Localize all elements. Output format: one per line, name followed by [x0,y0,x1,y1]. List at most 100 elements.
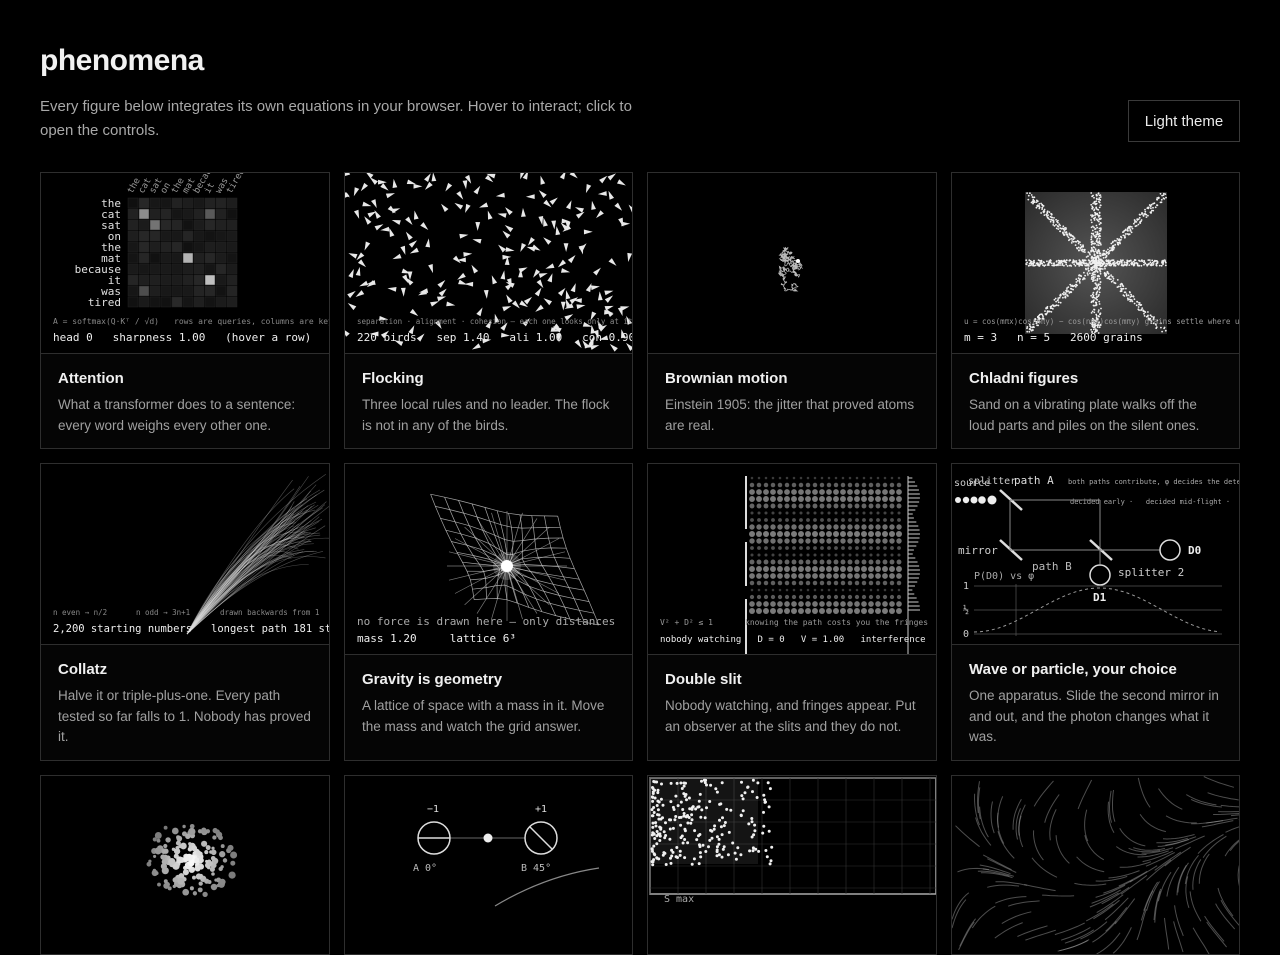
attention-cell[interactable] [204,274,216,286]
attention-cell[interactable] [182,252,194,264]
attention-cell[interactable] [226,252,238,264]
attention-cell[interactable] [193,252,205,264]
attention-cell[interactable] [171,197,183,209]
attention-cell[interactable] [193,219,205,231]
attention-cell[interactable] [160,285,172,297]
light-theme-button[interactable]: Light theme [1128,100,1240,142]
attention-cell[interactable] [226,263,238,275]
card-chladni-figures[interactable]: u = cos(mπx)cos(nπy) − cos(nπx)cos(mπy) … [951,172,1240,449]
attention-cell[interactable] [160,219,172,231]
attention-cell[interactable] [204,197,216,209]
chladni-figure[interactable]: u = cos(mπx)cos(nπy) − cos(nπx)cos(mπy) … [952,173,1239,354]
card-wave-or-particle[interactable]: source splitter path A both paths contri… [951,463,1240,761]
card-polarizers[interactable]: −1 +1 A 0° B 45° [344,775,633,955]
card-particle-cloud[interactable] [40,775,330,955]
attention-cell[interactable] [215,263,227,275]
attention-cell[interactable] [226,219,238,231]
attention-cell[interactable] [182,285,194,297]
attention-cell[interactable] [204,241,216,253]
attention-cell[interactable] [171,263,183,275]
particle-cloud-figure[interactable] [41,776,329,954]
attention-cell[interactable] [149,208,161,220]
attention-cell[interactable] [193,208,205,220]
attention-cell[interactable] [149,296,161,308]
attention-cell[interactable] [171,241,183,253]
attention-cell[interactable] [138,274,150,286]
attention-cell[interactable] [193,274,205,286]
attention-cell[interactable] [193,241,205,253]
attention-cell[interactable] [182,197,194,209]
attention-cell[interactable] [226,208,238,220]
card-flocking[interactable]: separation · alignment · cohesion — each… [344,172,633,449]
attention-cell[interactable] [149,241,161,253]
brownian-figure[interactable] [648,173,936,354]
attention-cell[interactable] [149,252,161,264]
attention-figure[interactable]: the cat sat on the mat because it was tired the ca… [41,173,329,354]
card-attention[interactable]: the cat sat on the mat because it was tired the ca… [40,172,330,449]
attention-cell[interactable] [149,263,161,275]
attention-cell[interactable] [182,219,194,231]
attention-cell[interactable] [171,230,183,242]
attention-cell[interactable] [138,241,150,253]
attention-cell[interactable] [149,219,161,231]
attention-cell[interactable] [193,296,205,308]
attention-cell[interactable] [182,208,194,220]
attention-cell[interactable] [127,208,139,220]
attention-cell[interactable] [160,241,172,253]
attention-cell[interactable] [215,241,227,253]
attention-cell[interactable] [138,285,150,297]
attention-cell[interactable] [160,252,172,264]
attention-cell[interactable] [215,252,227,264]
attention-cell[interactable] [204,252,216,264]
flocking-figure[interactable]: separation · alignment · cohesion — each… [345,173,632,354]
attention-cell[interactable] [127,285,139,297]
attention-cell[interactable] [160,263,172,275]
collatz-figure[interactable]: n even → n/2 n odd → 3n+1 drawn backward… [41,464,329,645]
attention-cell[interactable] [127,296,139,308]
scatter-box-figure[interactable]: S max [648,776,936,954]
attention-cell[interactable] [138,263,150,275]
attention-cell[interactable] [127,241,139,253]
attention-cell[interactable] [149,230,161,242]
flow-field-figure[interactable] [952,776,1239,954]
attention-cell[interactable] [204,230,216,242]
attention-cell[interactable] [138,208,150,220]
wave-particle-figure[interactable]: source splitter path A both paths contri… [952,464,1239,645]
gravity-figure[interactable]: no force is drawn here — only distances … [345,464,632,655]
card-double-slit[interactable]: V² + D² ≤ 1 knowing the path costs you t… [647,463,937,761]
attention-cell[interactable] [215,274,227,286]
attention-cell[interactable] [226,296,238,308]
attention-cell[interactable] [204,208,216,220]
polarizer-figure[interactable]: −1 +1 A 0° B 45° [345,776,632,954]
attention-cell[interactable] [127,197,139,209]
attention-cell[interactable] [226,285,238,297]
attention-cell[interactable] [160,274,172,286]
attention-cell[interactable] [138,296,150,308]
card-gravity-is-geometry[interactable]: no force is drawn here — only distances … [344,463,633,761]
attention-cell[interactable] [204,263,216,275]
attention-cell[interactable] [193,263,205,275]
attention-cell[interactable] [215,230,227,242]
attention-cell[interactable] [193,197,205,209]
attention-cell[interactable] [204,285,216,297]
attention-cell[interactable] [226,197,238,209]
attention-cell[interactable] [138,197,150,209]
attention-cell[interactable] [149,197,161,209]
attention-cell[interactable] [182,230,194,242]
attention-cell[interactable] [127,274,139,286]
attention-cell[interactable] [182,263,194,275]
attention-cell[interactable] [171,252,183,264]
attention-cell[interactable] [215,296,227,308]
attention-cell[interactable] [127,263,139,275]
card-flow-field[interactable] [951,775,1240,955]
attention-cell[interactable] [127,230,139,242]
attention-cell[interactable] [193,285,205,297]
attention-cell[interactable] [171,285,183,297]
card-collatz[interactable]: n even → n/2 n odd → 3n+1 drawn backward… [40,463,330,761]
attention-cell[interactable] [160,208,172,220]
attention-cell[interactable] [138,219,150,231]
attention-cell[interactable] [171,274,183,286]
attention-cell[interactable] [204,219,216,231]
attention-cell[interactable] [160,230,172,242]
card-brownian-motion[interactable]: Brownian motion Einstein 1905: the jitte… [647,172,937,449]
